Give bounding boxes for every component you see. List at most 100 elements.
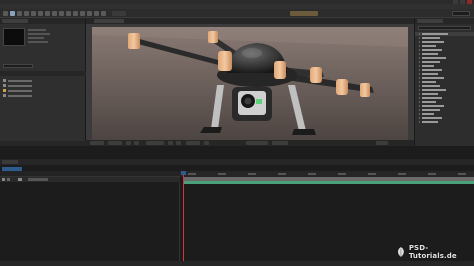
shape-tool-icon[interactable] xyxy=(52,11,57,16)
grid-icon[interactable] xyxy=(126,141,131,145)
chevron-right-icon xyxy=(419,93,420,95)
camera-view-dropdown[interactable] xyxy=(246,141,268,145)
project-search-input[interactable] xyxy=(3,64,33,68)
magnification-dropdown[interactable] xyxy=(90,141,104,145)
chevron-right-icon xyxy=(419,57,420,59)
chevron-right-icon xyxy=(419,41,420,43)
playhead-handle[interactable] xyxy=(181,171,186,175)
list-item[interactable] xyxy=(415,120,474,124)
selection-tool-icon[interactable] xyxy=(10,11,15,16)
view-layout-dropdown[interactable] xyxy=(272,141,288,145)
leaf-logo-icon xyxy=(397,247,404,257)
chevron-right-icon xyxy=(419,101,420,103)
effects-panel xyxy=(414,18,474,146)
folder-icon xyxy=(3,89,6,92)
home-icon[interactable] xyxy=(3,11,8,16)
camera-tool-icon[interactable] xyxy=(38,11,43,16)
ruler-tick xyxy=(428,173,436,175)
zoom-tool-icon[interactable] xyxy=(24,11,29,16)
ruler-tick xyxy=(188,173,196,175)
brush-tool-icon[interactable] xyxy=(73,11,78,16)
ruler-tick xyxy=(398,173,406,175)
ruler-tick xyxy=(458,173,466,175)
pan-behind-tool-icon[interactable] xyxy=(45,11,50,16)
composition-panel xyxy=(86,18,414,146)
footage-info xyxy=(28,37,44,39)
chevron-right-icon xyxy=(419,89,420,91)
visibility-eye-icon[interactable] xyxy=(2,178,5,181)
chevron-right-icon xyxy=(419,33,420,35)
exposure-field[interactable] xyxy=(376,141,388,145)
hand-tool-icon[interactable] xyxy=(17,11,22,16)
mask-visibility-icon[interactable] xyxy=(134,141,139,145)
footage-icon xyxy=(3,94,6,97)
chevron-right-icon xyxy=(419,53,420,55)
ruler-tick xyxy=(218,173,226,175)
workspace-tab[interactable] xyxy=(418,11,446,16)
chevron-right-icon xyxy=(419,77,420,79)
solo-icon[interactable] xyxy=(7,178,10,181)
footage-icon xyxy=(3,84,6,87)
roto-brush-tool-icon[interactable] xyxy=(94,11,99,16)
chevron-right-icon xyxy=(419,49,420,51)
workspace-tab[interactable] xyxy=(386,11,414,16)
layer-label-color[interactable] xyxy=(18,178,22,181)
type-tool-icon[interactable] xyxy=(66,11,71,16)
layer-name xyxy=(28,178,48,181)
project-panel xyxy=(0,18,86,146)
ruler-tick xyxy=(248,173,256,175)
project-column-header xyxy=(0,71,86,76)
workspace-tab[interactable] xyxy=(322,11,350,16)
drone-render xyxy=(92,27,408,140)
rotation-tool-icon[interactable] xyxy=(31,11,36,16)
clone-stamp-tool-icon[interactable] xyxy=(80,11,85,16)
chevron-right-icon xyxy=(419,85,420,87)
composition-icon xyxy=(3,79,6,82)
composition-tab[interactable] xyxy=(86,18,414,24)
chevron-right-icon xyxy=(419,65,420,67)
chevron-right-icon xyxy=(419,45,420,47)
footage-info xyxy=(28,29,46,31)
footage-info xyxy=(28,33,50,35)
footage-thumbnail xyxy=(3,28,25,46)
effects-search-input[interactable] xyxy=(418,26,471,30)
timeline-tab[interactable] xyxy=(0,159,474,165)
chevron-right-icon xyxy=(419,97,420,99)
layer-list xyxy=(0,182,180,262)
footage-info xyxy=(28,41,48,43)
chevron-right-icon xyxy=(419,69,420,71)
workspace-tab[interactable] xyxy=(290,11,318,16)
composition-viewport[interactable] xyxy=(92,27,408,140)
search-help-icon[interactable] xyxy=(452,11,470,16)
ruler-tick xyxy=(338,173,346,175)
region-of-interest-icon[interactable] xyxy=(204,141,209,145)
chevron-right-icon xyxy=(419,105,420,107)
chevron-right-icon xyxy=(419,113,420,115)
watermark-text: PSD-Tutorials.de xyxy=(408,244,457,260)
pen-tool-icon[interactable] xyxy=(59,11,64,16)
playhead-line xyxy=(183,171,184,261)
chevron-right-icon xyxy=(419,121,420,123)
list-item[interactable] xyxy=(0,93,86,98)
project-list xyxy=(0,78,86,98)
workspace-tab[interactable] xyxy=(354,11,382,16)
effects-tab[interactable] xyxy=(415,18,474,24)
snapshot-icon[interactable] xyxy=(168,141,173,145)
project-tab[interactable] xyxy=(0,18,85,24)
eraser-tool-icon[interactable] xyxy=(87,11,92,16)
quality-dropdown[interactable] xyxy=(186,141,200,145)
timecode-field[interactable] xyxy=(146,141,164,145)
chevron-right-icon xyxy=(419,109,420,111)
chevron-right-icon xyxy=(419,73,420,75)
ruler-tick xyxy=(278,173,286,175)
ruler-tick xyxy=(368,173,376,175)
puppet-tool-icon[interactable] xyxy=(101,11,106,16)
toggle-switches-label[interactable] xyxy=(110,262,150,265)
resolution-dropdown[interactable] xyxy=(108,141,122,145)
chevron-right-icon xyxy=(419,81,420,83)
watermark: PSD-Tutorials.de xyxy=(396,244,474,260)
chevron-right-icon xyxy=(419,61,420,63)
channel-icon[interactable] xyxy=(176,141,181,145)
snapping-toggle[interactable] xyxy=(112,11,126,16)
layer-duration-bar[interactable] xyxy=(183,181,474,184)
